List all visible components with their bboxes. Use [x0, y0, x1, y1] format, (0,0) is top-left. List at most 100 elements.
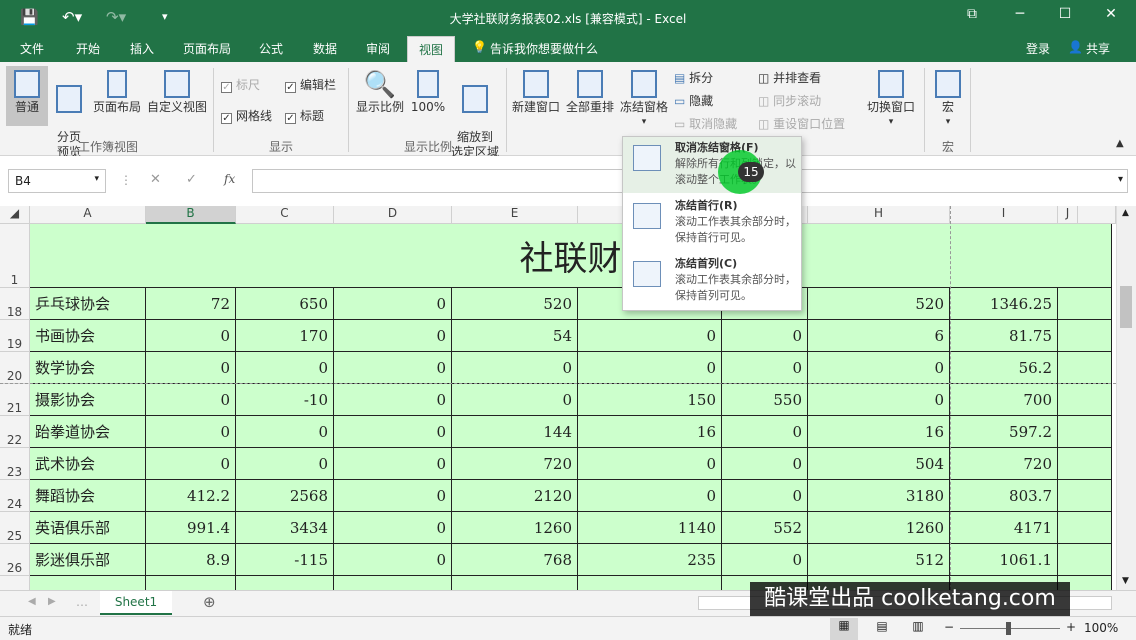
freeze-panes-button[interactable]: 冻结窗格 ▾ [618, 70, 670, 130]
table-cell[interactable]: 0 [722, 416, 808, 448]
share-button[interactable]: 共享 [1086, 40, 1110, 57]
table-cell[interactable]: 0 [452, 384, 578, 416]
table-cell[interactable] [1058, 512, 1112, 544]
column-header[interactable]: I [950, 206, 1058, 224]
arrange-all-button[interactable]: 全部重排 [564, 70, 616, 115]
club-name-cell[interactable]: 影迷俱乐部 [30, 544, 146, 576]
tab-home[interactable]: 开始 [76, 40, 100, 57]
table-cell[interactable]: 720 [950, 448, 1058, 480]
scroll-down-icon[interactable]: ▼ [1122, 576, 1129, 586]
normal-view-button[interactable]: 普通 [6, 66, 48, 126]
gridlines-checkbox[interactable]: ✓ 网格线 [221, 107, 272, 124]
cancel-icon[interactable]: ✕ [150, 172, 161, 187]
table-cell[interactable]: 512 [808, 544, 950, 576]
collapse-ribbon-icon[interactable]: ▲ [1116, 138, 1124, 149]
table-cell[interactable] [578, 576, 722, 590]
table-cell[interactable]: 6 [808, 320, 950, 352]
table-cell[interactable]: 0 [722, 352, 808, 384]
table-cell[interactable] [334, 576, 452, 590]
club-name-cell[interactable]: 摄影协会 [30, 384, 146, 416]
formula-bar-checkbox[interactable]: ✓ 编辑栏 [285, 76, 336, 93]
table-cell[interactable] [1058, 448, 1112, 480]
sign-in-link[interactable]: 登录 [1026, 40, 1050, 57]
sync-scroll-button[interactable]: ◫ 同步滚动 [758, 92, 821, 109]
table-cell[interactable] [1058, 480, 1112, 512]
table-cell[interactable]: 0 [578, 320, 722, 352]
table-cell[interactable]: 235 [578, 544, 722, 576]
table-cell[interactable] [1058, 384, 1112, 416]
table-cell[interactable]: 0 [452, 352, 578, 384]
reset-position-button[interactable]: ◫ 重设窗口位置 [758, 115, 845, 132]
resize-dots-icon[interactable]: ⋮ [120, 173, 132, 187]
zoom-out-icon[interactable]: − [944, 620, 954, 634]
table-cell[interactable]: 0 [578, 448, 722, 480]
table-cell[interactable]: 150 [578, 384, 722, 416]
table-cell[interactable]: 1346.25 [950, 288, 1058, 320]
tab-review[interactable]: 审阅 [366, 40, 390, 57]
table-cell[interactable]: 2120 [452, 480, 578, 512]
row-header[interactable]: 21 [0, 384, 30, 416]
club-name-cell[interactable]: 舞蹈协会 [30, 480, 146, 512]
table-cell[interactable]: 1140 [578, 512, 722, 544]
minimize-button[interactable]: ─ [1005, 6, 1035, 22]
zoom-100-button[interactable]: 100% [410, 70, 446, 115]
table-cell[interactable]: 16 [578, 416, 722, 448]
table-cell[interactable]: 650 [236, 288, 334, 320]
worksheet-grid[interactable]: ◢ A B C D E F G H I J 1 社联财 18乒乓球协会72650… [0, 206, 1116, 590]
table-cell[interactable]: 0 [334, 512, 452, 544]
table-cell[interactable]: 0 [578, 480, 722, 512]
table-cell[interactable]: 597.2 [950, 416, 1058, 448]
table-cell[interactable] [1058, 352, 1112, 384]
zoom-in-icon[interactable]: + [1066, 620, 1076, 634]
table-cell[interactable]: 54 [452, 320, 578, 352]
hide-button[interactable]: ▭ 隐藏 [674, 92, 713, 109]
column-header[interactable]: D [334, 206, 452, 224]
table-cell[interactable]: 0 [722, 544, 808, 576]
row-header[interactable]: 19 [0, 320, 30, 352]
switch-windows-button[interactable]: 切换窗口 ▾ [864, 70, 918, 130]
unfreeze-panes-item[interactable]: 取消冻结窗格(F) 解除所有行和列锁定，以滚动整个工作表。 [623, 137, 801, 193]
table-cell[interactable]: 0 [146, 320, 236, 352]
table-cell[interactable]: 144 [452, 416, 578, 448]
table-cell[interactable]: 991.4 [146, 512, 236, 544]
table-cell[interactable] [236, 576, 334, 590]
table-cell[interactable]: 3434 [236, 512, 334, 544]
macros-button[interactable]: 宏 ▾ [930, 70, 966, 130]
club-name-cell[interactable]: 武术协会 [30, 448, 146, 480]
table-cell[interactable]: 720 [452, 448, 578, 480]
table-cell[interactable]: 0 [236, 448, 334, 480]
table-cell[interactable]: 1260 [452, 512, 578, 544]
table-cell[interactable]: 0 [722, 480, 808, 512]
sheet-tab-sheet1[interactable]: Sheet1 [100, 591, 172, 615]
page-layout-view-button[interactable]: 页面布局 [90, 70, 144, 115]
table-cell[interactable]: 0 [722, 448, 808, 480]
table-cell[interactable]: 0 [236, 352, 334, 384]
custom-views-button[interactable]: 自定义视图 [146, 70, 208, 115]
table-cell[interactable]: 0 [578, 352, 722, 384]
table-cell[interactable]: 0 [146, 384, 236, 416]
close-button[interactable]: ✕ [1096, 6, 1126, 22]
club-name-cell[interactable]: 数学协会 [30, 352, 146, 384]
vertical-scrollbar[interactable]: ▲ ▼ [1116, 206, 1136, 590]
table-cell[interactable]: 0 [334, 384, 452, 416]
row-header[interactable]: 22 [0, 416, 30, 448]
table-cell[interactable] [1058, 320, 1112, 352]
name-box[interactable]: B4 ▾ [8, 169, 106, 193]
table-cell[interactable]: 8.9 [146, 544, 236, 576]
zoom-button[interactable]: 🔍 显示比例 [354, 70, 406, 115]
club-name-cell[interactable] [30, 576, 146, 590]
club-name-cell[interactable]: 英语俱乐部 [30, 512, 146, 544]
maximize-button[interactable]: ☐ [1050, 6, 1080, 22]
normal-view-icon[interactable]: ▦ [830, 618, 858, 640]
table-cell[interactable] [146, 576, 236, 590]
column-header[interactable]: H [808, 206, 950, 224]
table-cell[interactable]: 412.2 [146, 480, 236, 512]
new-window-button[interactable]: 新建窗口 [510, 70, 562, 115]
scroll-up-icon[interactable]: ▲ [1122, 208, 1129, 218]
table-cell[interactable]: -10 [236, 384, 334, 416]
enter-icon[interactable]: ✓ [186, 172, 197, 187]
page-break-preview-icon[interactable]: ▥ [906, 619, 930, 633]
table-cell[interactable]: 170 [236, 320, 334, 352]
row-header[interactable]: 24 [0, 480, 30, 512]
table-cell[interactable]: 16 [808, 416, 950, 448]
